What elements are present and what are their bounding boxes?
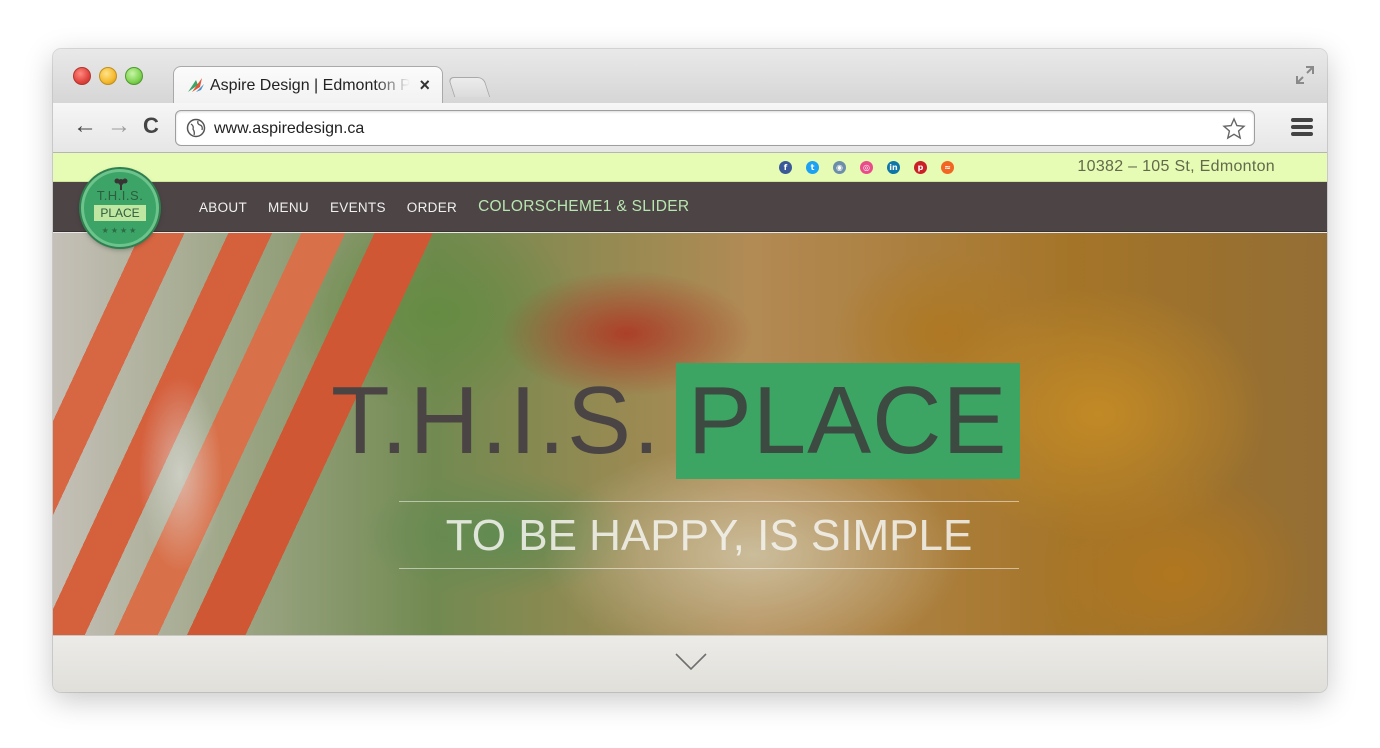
linkedin-icon[interactable]: in [887, 161, 900, 174]
hero-title-this: T.H.I.S. [331, 367, 662, 474]
globe-icon [186, 118, 206, 138]
dribbble-icon[interactable]: ◎ [860, 161, 873, 174]
browser-tab[interactable]: Aspire Design | Edmonton Pr × [173, 66, 443, 104]
menu-icon[interactable] [1291, 118, 1313, 136]
forward-button[interactable]: → [107, 113, 131, 139]
instagram-icon[interactable]: ◉ [833, 161, 846, 174]
address-bar[interactable]: www.aspiredesign.ca [175, 110, 1255, 146]
site-logo[interactable]: T.H.I.S. PLACE ★★★★ [81, 169, 159, 247]
hero-tagline: TO BE HAPPY, IS SIMPLE [399, 501, 1019, 569]
top-info-bar: f t ◉ ◎ in p ≈ 10382 – 105 St, Edmonton [53, 153, 1327, 182]
maximize-window-button[interactable] [125, 67, 143, 85]
main-navigation: ABOUT MENU EVENTS ORDER COLORSCHEME1 & S… [53, 182, 1327, 232]
back-button[interactable]: ← [73, 113, 97, 139]
rss-icon[interactable]: ≈ [941, 161, 954, 174]
site-address: 10382 – 105 St, Edmonton [1077, 158, 1275, 175]
tab-title: Aspire Design | Edmonton Pr [210, 77, 410, 94]
nav-item-events[interactable]: EVENTS [330, 200, 386, 215]
hero-title-place: PLACE [675, 363, 1020, 479]
facebook-icon[interactable]: f [779, 161, 792, 174]
logo-text-top: T.H.I.S. [96, 188, 144, 203]
tab-close-icon[interactable]: × [419, 75, 430, 96]
web-page: f t ◉ ◎ in p ≈ 10382 – 105 St, Edmonton ABOUT … [53, 153, 1327, 692]
chevron-down-icon[interactable] [674, 652, 708, 672]
close-window-button[interactable] [73, 67, 91, 85]
nav-item-order[interactable]: ORDER [407, 200, 457, 215]
browser-window: Aspire Design | Edmonton Pr × ← → C www.… [53, 49, 1327, 692]
minimize-window-button[interactable] [99, 67, 117, 85]
tab-strip: Aspire Design | Edmonton Pr × [53, 49, 1327, 104]
logo-text-bottom: PLACE [94, 205, 146, 221]
bookmark-star-icon[interactable] [1222, 117, 1246, 141]
hero-title: T.H.I.S. PLACE [331, 363, 1020, 479]
aspire-favicon-icon [188, 78, 204, 92]
social-icons: f t ◉ ◎ in p ≈ [779, 161, 954, 174]
reload-button[interactable]: C [143, 113, 159, 139]
hero-banner: T.H.I.S. PLACE TO BE HAPPY, IS SIMPLE [53, 233, 1327, 635]
logo-stars: ★★★★ [101, 226, 139, 235]
browser-toolbar: ← → C www.aspiredesign.ca [53, 103, 1327, 153]
nav-item-about[interactable]: ABOUT [199, 200, 247, 215]
fullscreen-icon[interactable] [1295, 65, 1315, 85]
nav-item-colorscheme-slider[interactable]: COLORSCHEME1 & SLIDER [478, 198, 689, 216]
pinterest-icon[interactable]: p [914, 161, 927, 174]
scroll-band [53, 635, 1327, 692]
new-tab-button[interactable] [447, 77, 491, 97]
url-text: www.aspiredesign.ca [214, 120, 365, 137]
nav-item-menu[interactable]: MENU [268, 200, 309, 215]
twitter-icon[interactable]: t [806, 161, 819, 174]
